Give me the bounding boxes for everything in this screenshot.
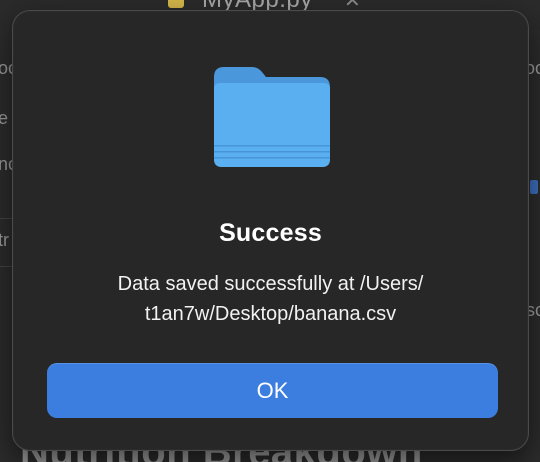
folder-icon: [212, 63, 332, 171]
success-dialog: Success Data saved successfully at /User…: [12, 10, 529, 451]
background-left-text: tr: [0, 230, 9, 250]
background-left-text: e: [0, 108, 9, 128]
dialog-title: Success: [219, 219, 322, 247]
python-file-icon: [168, 0, 184, 8]
dialog-message-line: t1an7w/Desktop/banana.csv: [144, 303, 397, 325]
dialog-message-line: Data saved successfully at /Users/: [117, 273, 424, 295]
dialog-message: Data saved successfully at /Users/ t1an7…: [53, 269, 488, 329]
ok-button[interactable]: OK: [47, 363, 498, 418]
background-accent-marker: [530, 180, 538, 194]
